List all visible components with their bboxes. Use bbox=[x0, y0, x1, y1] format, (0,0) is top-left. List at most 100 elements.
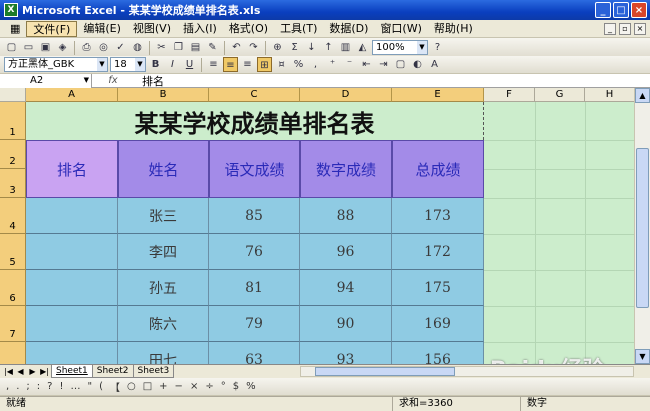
symbol-degree-icon[interactable]: ° bbox=[221, 381, 226, 392]
font-select[interactable]: 方正黑体_GBK ▼ bbox=[4, 57, 108, 72]
cell-chinese[interactable]: 76 bbox=[209, 234, 300, 270]
paste-icon[interactable]: ▤ bbox=[188, 40, 203, 55]
symbol-comma-icon[interactable]: , bbox=[6, 381, 9, 392]
cell-name[interactable]: 张三 bbox=[118, 198, 209, 234]
symbol-semicolon-icon[interactable]: ; bbox=[26, 381, 29, 392]
row-header-6[interactable]: 6 bbox=[0, 270, 26, 306]
vertical-scrollbar[interactable]: ▲ ▼ bbox=[634, 88, 650, 364]
align-left-icon[interactable]: ≡ bbox=[206, 57, 221, 72]
menu-insert[interactable]: 插入(I) bbox=[177, 21, 223, 37]
merge-center-icon[interactable]: ⊞ bbox=[257, 57, 272, 72]
worksheet-grid[interactable]: A B C D E F G H 1 2 3 4 5 6 7 8 9 某某学校成绩… bbox=[0, 88, 650, 364]
cell-name[interactable]: 田七 bbox=[118, 342, 209, 364]
column-header-b[interactable]: B bbox=[118, 88, 209, 102]
menu-file[interactable]: 文件(F) bbox=[26, 20, 78, 37]
next-sheet-icon[interactable]: ▶ bbox=[27, 367, 38, 376]
percent-icon[interactable]: % bbox=[291, 57, 306, 72]
menu-view[interactable]: 视图(V) bbox=[127, 21, 177, 37]
cell-total[interactable]: 172 bbox=[392, 234, 484, 270]
column-header-f[interactable]: F bbox=[484, 88, 535, 102]
menu-icon[interactable]: ▦ bbox=[4, 21, 26, 37]
cell-name[interactable]: 孙五 bbox=[118, 270, 209, 306]
scroll-thumb[interactable] bbox=[315, 367, 455, 376]
open-icon[interactable]: ▭ bbox=[21, 40, 36, 55]
column-header-d[interactable]: D bbox=[300, 88, 392, 102]
cell-chinese[interactable]: 79 bbox=[209, 306, 300, 342]
column-header-h[interactable]: H bbox=[585, 88, 635, 102]
menu-help[interactable]: 帮助(H) bbox=[428, 21, 479, 37]
row-header-3[interactable]: 3 bbox=[0, 169, 26, 198]
column-header-a[interactable]: A bbox=[26, 88, 118, 102]
minimize-button[interactable]: _ bbox=[595, 2, 611, 18]
print-icon[interactable]: ⎙ bbox=[79, 40, 94, 55]
cell-rank[interactable] bbox=[26, 234, 118, 270]
research-icon[interactable]: ◍ bbox=[130, 40, 145, 55]
row-header-8[interactable]: 8 bbox=[0, 342, 26, 364]
new-icon[interactable]: ▢ bbox=[4, 40, 19, 55]
italic-icon[interactable]: I bbox=[165, 57, 180, 72]
symbol-paren-icon[interactable]: ( bbox=[99, 381, 103, 392]
sheet-tab-2[interactable]: Sheet2 bbox=[91, 365, 134, 378]
menu-format[interactable]: 格式(O) bbox=[223, 21, 274, 37]
sheet-tab-3[interactable]: Sheet3 bbox=[132, 365, 175, 378]
cell-total[interactable]: 175 bbox=[392, 270, 484, 306]
currency-icon[interactable]: ¤ bbox=[274, 57, 289, 72]
formula-input[interactable]: 排名 bbox=[134, 73, 164, 89]
underline-icon[interactable]: U bbox=[182, 57, 197, 72]
cell-rank[interactable] bbox=[26, 198, 118, 234]
select-all-corner[interactable] bbox=[0, 88, 26, 102]
fill-color-icon[interactable]: ◐ bbox=[410, 57, 425, 72]
cell-rank[interactable] bbox=[26, 342, 118, 364]
symbol-plus-icon[interactable]: + bbox=[159, 381, 167, 392]
prev-sheet-icon[interactable]: ◀ bbox=[15, 367, 26, 376]
column-header-g[interactable]: G bbox=[535, 88, 585, 102]
cell-math[interactable]: 90 bbox=[300, 306, 392, 342]
decrease-decimal-icon[interactable]: ⁻ bbox=[342, 57, 357, 72]
align-center-icon[interactable]: ≡ bbox=[223, 57, 238, 72]
doc-restore-button[interactable]: ▫ bbox=[619, 23, 631, 35]
row-header-1[interactable]: 1 bbox=[0, 102, 26, 140]
cell-chinese[interactable]: 85 bbox=[209, 198, 300, 234]
symbol-exclaim-icon[interactable]: ! bbox=[59, 381, 63, 392]
cell-total[interactable]: 173 bbox=[392, 198, 484, 234]
help-icon[interactable]: ? bbox=[430, 40, 445, 55]
symbol-colon-icon[interactable]: : bbox=[37, 381, 40, 392]
spelling-icon[interactable]: ✓ bbox=[113, 40, 128, 55]
sort-descending-icon[interactable]: ↑ bbox=[321, 40, 336, 55]
name-box[interactable]: A2 ▼ bbox=[0, 73, 92, 88]
decrease-indent-icon[interactable]: ⇤ bbox=[359, 57, 374, 72]
cell-name[interactable]: 陈六 bbox=[118, 306, 209, 342]
autosum-icon[interactable]: Σ bbox=[287, 40, 302, 55]
maximize-button[interactable]: □ bbox=[613, 2, 629, 18]
first-sheet-icon[interactable]: |◀ bbox=[3, 367, 14, 376]
permission-icon[interactable]: ◈ bbox=[55, 40, 70, 55]
scroll-up-icon[interactable]: ▲ bbox=[635, 88, 650, 103]
borders-icon[interactable]: ▢ bbox=[393, 57, 408, 72]
header-cell-math[interactable]: 数字成绩 bbox=[300, 140, 392, 198]
doc-minimize-button[interactable]: _ bbox=[604, 23, 616, 35]
symbol-period-icon[interactable]: . bbox=[16, 381, 19, 392]
cell-total[interactable]: 156 bbox=[392, 342, 484, 364]
redo-icon[interactable]: ↷ bbox=[246, 40, 261, 55]
increase-indent-icon[interactable]: ⇥ bbox=[376, 57, 391, 72]
scroll-thumb[interactable] bbox=[636, 148, 649, 308]
last-sheet-icon[interactable]: ▶| bbox=[39, 367, 50, 376]
font-size-select[interactable]: 18 ▼ bbox=[110, 57, 146, 72]
row-header-2[interactable]: 2 bbox=[0, 140, 26, 169]
menu-window[interactable]: 窗口(W) bbox=[374, 21, 427, 37]
align-right-icon[interactable]: ≡ bbox=[240, 57, 255, 72]
save-icon[interactable]: ▣ bbox=[38, 40, 53, 55]
symbol-question-icon[interactable]: ? bbox=[47, 381, 52, 392]
cell-math[interactable]: 93 bbox=[300, 342, 392, 364]
cell-math[interactable]: 94 bbox=[300, 270, 392, 306]
row-header-5[interactable]: 5 bbox=[0, 234, 26, 270]
symbol-minus-icon[interactable]: − bbox=[175, 381, 183, 392]
increase-decimal-icon[interactable]: ⁺ bbox=[325, 57, 340, 72]
row-header-7[interactable]: 7 bbox=[0, 306, 26, 342]
font-color-icon[interactable]: A bbox=[427, 57, 442, 72]
doc-close-button[interactable]: × bbox=[634, 23, 646, 35]
cell-math[interactable]: 88 bbox=[300, 198, 392, 234]
symbol-dollar-icon[interactable]: $ bbox=[233, 381, 239, 392]
horizontal-scrollbar[interactable] bbox=[300, 366, 634, 377]
empty-cells-area[interactable] bbox=[484, 102, 650, 364]
